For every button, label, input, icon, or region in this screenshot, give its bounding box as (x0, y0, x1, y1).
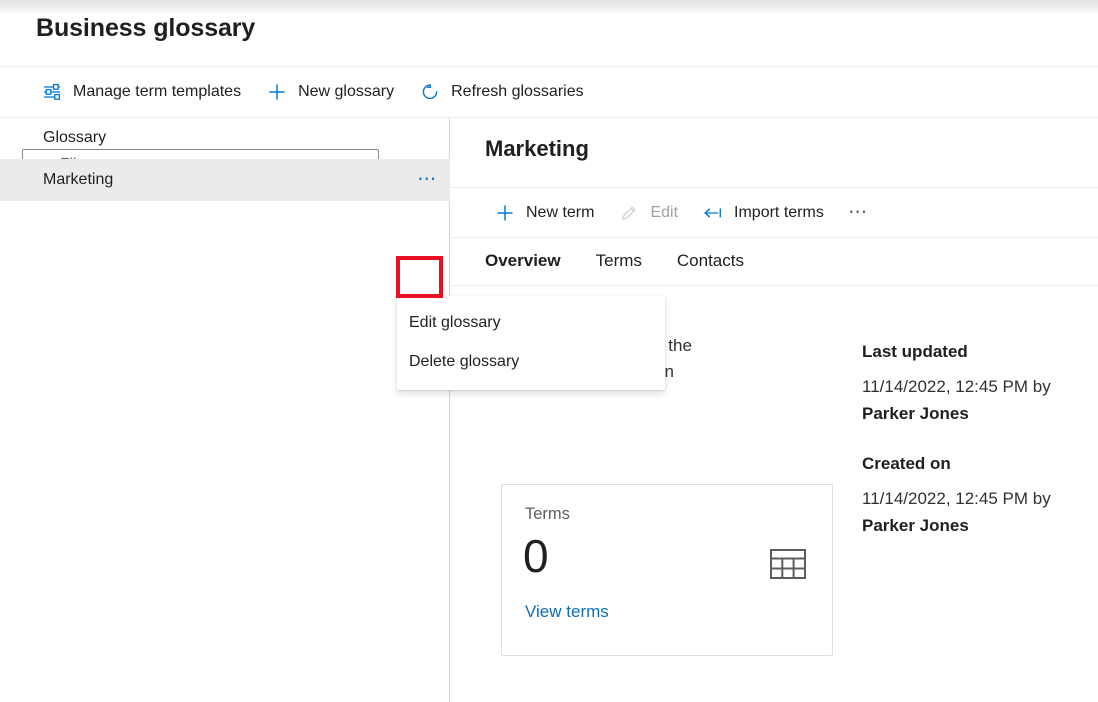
glossary-list-panel (0, 118, 450, 702)
sidebar-item-marketing[interactable]: Marketing ⋯ (0, 159, 450, 201)
edit-button: Edit (611, 193, 686, 233)
created-on-timestamp: 11/14/2022, 12:45 PM by (862, 489, 1051, 508)
created-on-block: Created on 11/14/2022, 12:45 PM by Parke… (862, 454, 1077, 539)
last-updated-timestamp: 11/14/2022, 12:45 PM by (862, 377, 1051, 396)
refresh-glossaries-button[interactable]: Refresh glossaries (412, 72, 592, 112)
manage-term-templates-button[interactable]: Manage term templates (34, 72, 249, 112)
created-on-user: Parker Jones (862, 516, 969, 535)
new-glossary-button[interactable]: New glossary (259, 72, 402, 112)
menu-item-edit-glossary[interactable]: Edit glossary (397, 303, 665, 342)
glossary-tree: Glossary Marketing ⋯ (0, 117, 450, 201)
table-icon (769, 547, 807, 581)
last-updated-user: Parker Jones (862, 404, 969, 423)
new-term-button[interactable]: New term (487, 193, 602, 233)
new-glossary-label: New glossary (298, 83, 394, 101)
ellipsis-icon: ⋯ (417, 174, 439, 185)
pencil-icon (619, 203, 639, 223)
marketing-row-more-button[interactable]: ⋯ (413, 165, 443, 195)
last-updated-value: 11/14/2022, 12:45 PM by Parker Jones (862, 373, 1077, 427)
metadata-column: Last updated 11/14/2022, 12:45 PM by Par… (862, 342, 1077, 566)
import-arrow-icon (703, 203, 723, 223)
sidebar-item-label: Marketing (0, 171, 113, 189)
last-updated-block: Last updated 11/14/2022, 12:45 PM by Par… (862, 342, 1077, 427)
detail-command-bar: New term Edit (451, 187, 1098, 238)
manage-term-templates-label: Manage term templates (73, 83, 241, 101)
detail-tabs: Overview Terms Contacts (451, 238, 1098, 286)
tab-contacts[interactable]: Contacts (677, 251, 744, 273)
detail-more-button[interactable]: ⋯ (841, 193, 877, 233)
page-title: Business glossary (36, 14, 255, 43)
menu-item-delete-glossary[interactable]: Delete glossary (397, 342, 665, 381)
last-updated-label: Last updated (862, 342, 1077, 362)
window-top-gradient (0, 0, 1098, 14)
terms-card-title: Terms (525, 505, 570, 524)
detail-page-title: Marketing (485, 136, 589, 162)
global-command-bar: Manage term templates New glossary Refre… (0, 66, 1098, 118)
import-terms-button[interactable]: Import terms (695, 193, 832, 233)
ellipsis-icon: ⋯ (849, 203, 869, 223)
view-terms-link[interactable]: View terms (525, 602, 609, 622)
edit-label: Edit (650, 204, 678, 222)
glossary-context-menu: Edit glossary Delete glossary (397, 296, 665, 390)
import-terms-label: Import terms (734, 204, 824, 222)
sidebar-item-label: Glossary (0, 129, 106, 147)
plus-icon (495, 203, 515, 223)
refresh-glossaries-label: Refresh glossaries (451, 83, 584, 101)
terms-stat-card: Terms 0 View terms (501, 484, 833, 656)
new-term-label: New term (526, 204, 594, 222)
created-on-value: 11/14/2022, 12:45 PM by Parker Jones (862, 485, 1077, 539)
tab-overview[interactable]: Overview (485, 251, 561, 273)
tab-terms[interactable]: Terms (596, 251, 642, 273)
refresh-icon (420, 82, 440, 102)
sidebar-item-glossary[interactable]: Glossary (0, 117, 450, 159)
sliders-icon (42, 82, 62, 102)
created-on-label: Created on (862, 454, 1077, 474)
plus-icon (267, 82, 287, 102)
terms-card-count: 0 (523, 533, 549, 579)
